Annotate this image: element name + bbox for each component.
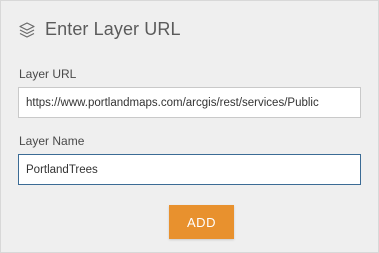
layer-url-label: Layer URL: [19, 67, 77, 81]
enter-layer-url-panel: Enter Layer URL Layer URL Layer Name ADD: [0, 0, 379, 253]
dialog-title: Enter Layer URL: [45, 19, 181, 39]
add-button[interactable]: ADD: [169, 205, 234, 239]
layers-icon: [18, 21, 36, 39]
layer-name-input[interactable]: [18, 154, 361, 185]
layer-name-label: Layer Name: [19, 134, 85, 148]
dialog-header: Enter Layer URL: [18, 19, 181, 40]
layer-url-input[interactable]: [18, 87, 361, 118]
